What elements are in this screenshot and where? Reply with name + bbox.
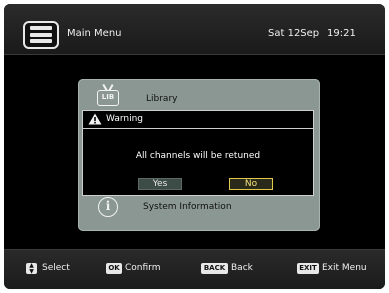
header-time: 19:21 [327, 28, 356, 39]
yes-button[interactable]: Yes [138, 178, 182, 190]
page-title: Main Menu [67, 28, 122, 39]
no-button[interactable]: No [229, 178, 273, 190]
tv-screen: Main Menu Sat 12Sep 19:21 LIB Library i … [4, 4, 385, 289]
dialog-message: All channels will be retuned [135, 151, 261, 161]
footer-exit-label: Exit Menu [322, 263, 367, 273]
menu-item-system-information[interactable]: System Information [143, 202, 232, 212]
footer-back-label: Back [231, 263, 253, 273]
menu-list-icon [23, 21, 59, 49]
warning-icon [88, 113, 102, 125]
menu-item-library[interactable]: Library [146, 94, 177, 104]
warning-dialog: Warning All channels will be retuned Yes… [82, 110, 314, 196]
footer-bar: ▲ ▼ Select OK Confirm BACK Back EXIT Exit… [4, 249, 385, 289]
tv-library-icon: LIB [97, 84, 119, 106]
info-icon: i [98, 197, 118, 217]
footer-confirm-label: Confirm [125, 263, 161, 273]
exit-key-icon: EXIT [297, 263, 319, 274]
dialog-title: Warning [106, 114, 144, 124]
footer-select-label: Select [42, 263, 70, 273]
header-bar: Main Menu Sat 12Sep 19:21 [4, 4, 385, 55]
back-key-icon: BACK [201, 263, 228, 274]
dialog-title-bar: Warning [83, 111, 313, 129]
up-down-key-icon: ▲ ▼ [26, 263, 37, 274]
header-date: Sat 12Sep [268, 28, 320, 39]
ok-key-icon: OK [106, 263, 122, 274]
